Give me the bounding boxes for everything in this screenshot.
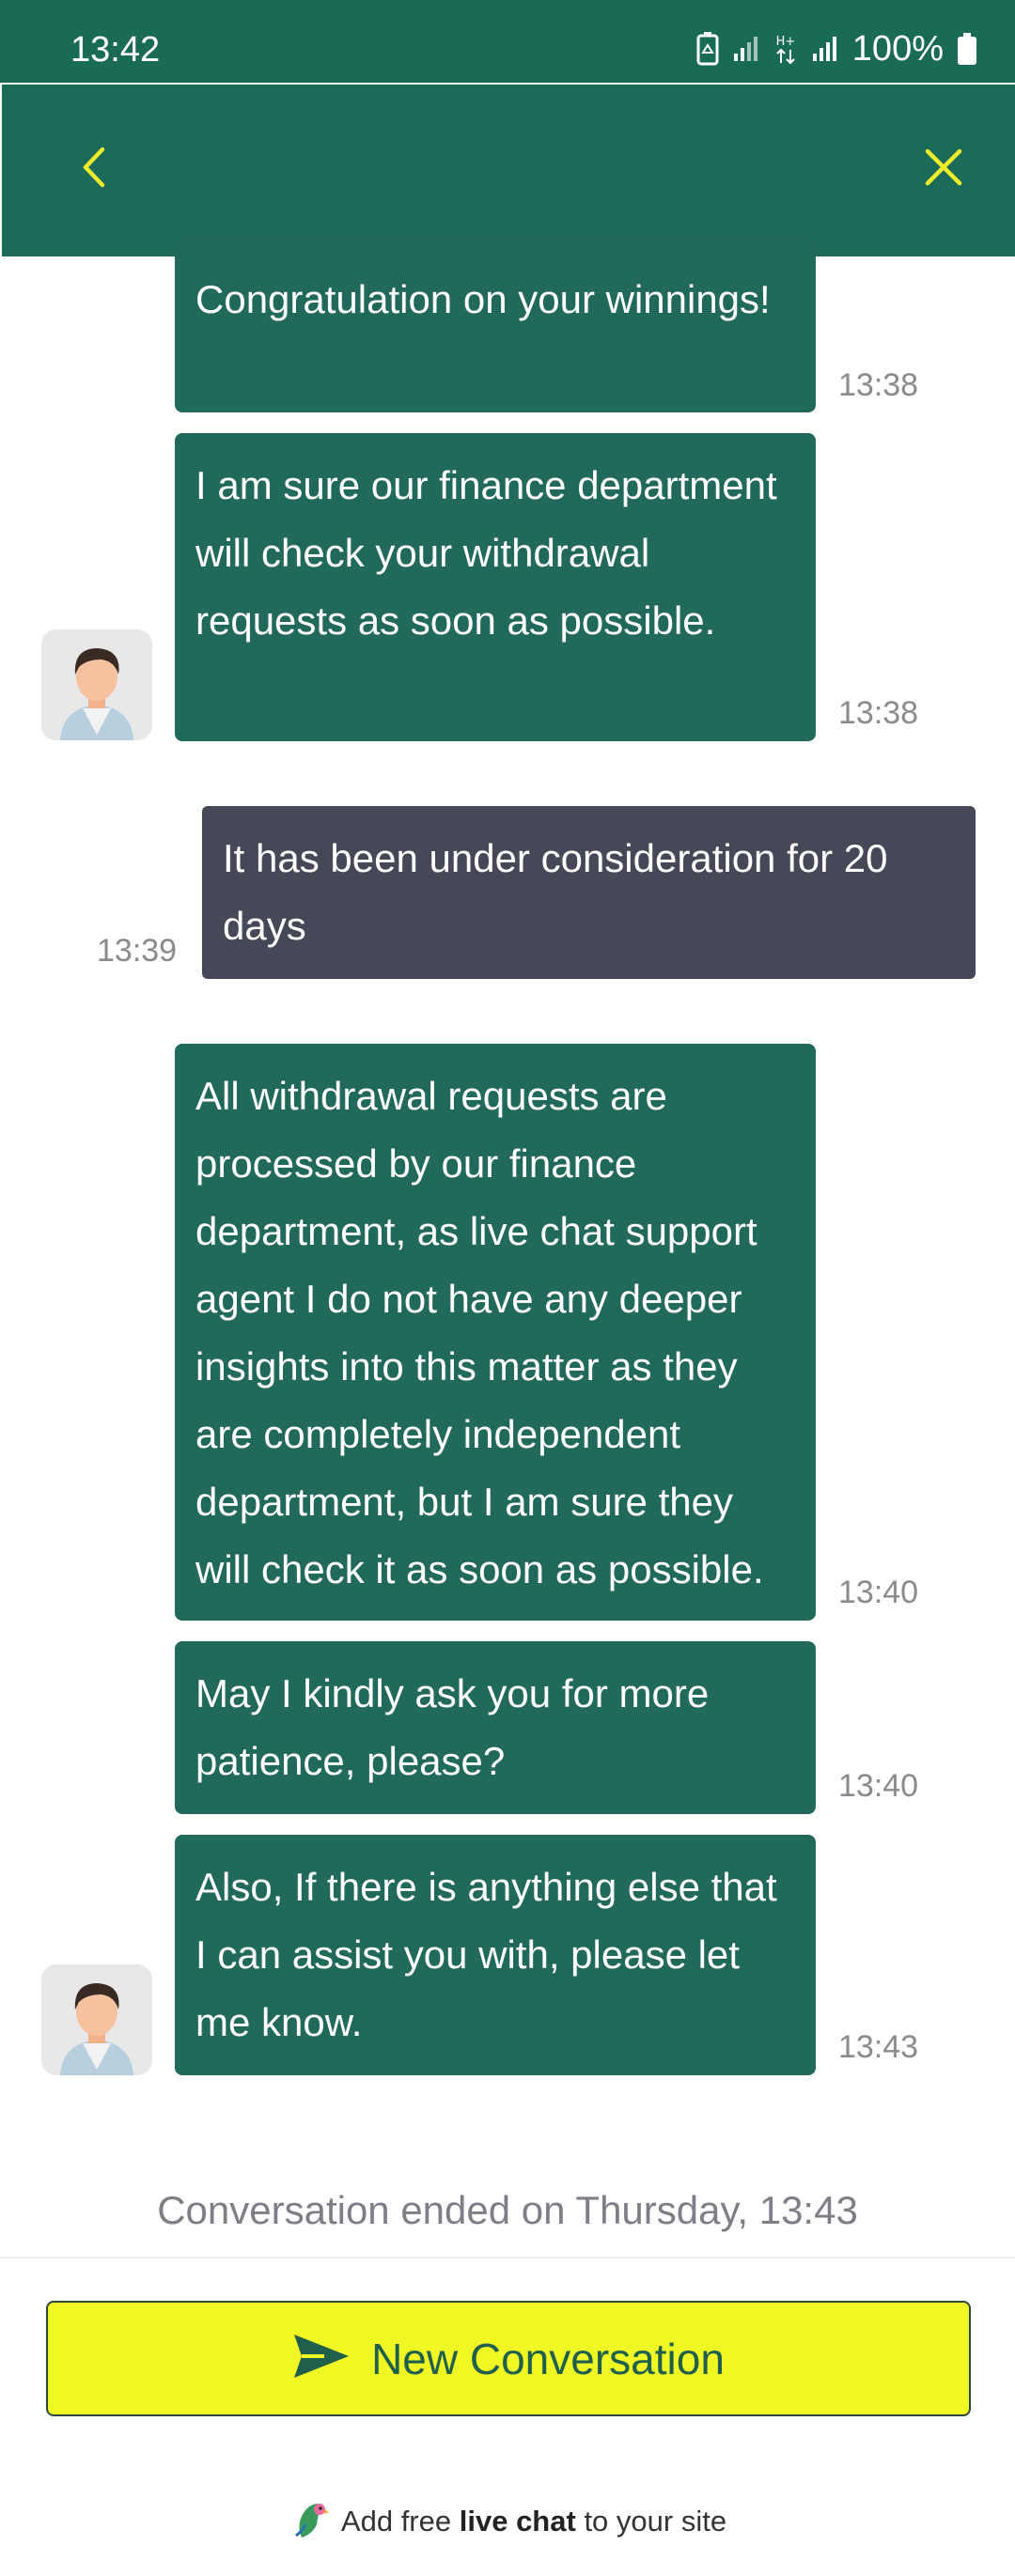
battery-percent: 100%	[851, 29, 944, 69]
new-conversation-label: New Conversation	[371, 2334, 725, 2383]
agent-message: Congratulation on your winnings!	[175, 238, 816, 412]
agent-message: All withdrawal requests are processed by…	[175, 1044, 816, 1621]
message-time: 13:38	[838, 367, 919, 403]
signal-icon-2	[811, 35, 839, 63]
status-icons: H+ 100%	[696, 28, 977, 70]
message-time: 13:40	[838, 1575, 919, 1610]
footer-suffix: to your site	[584, 2505, 727, 2537]
powered-by-footer[interactable]: Add free live chat to your site	[0, 2495, 1015, 2548]
svg-text:H+: H+	[775, 35, 795, 49]
parrot-logo-icon	[289, 2496, 330, 2547]
chevron-left-icon	[78, 146, 110, 194]
add-live-chat-link[interactable]: Add free live chat to your site	[341, 2505, 726, 2538]
chat-transcript[interactable]: Congratulation on your winnings! 13:38 I…	[0, 238, 1015, 2258]
agent-avatar	[41, 1964, 152, 2075]
back-button[interactable]	[47, 122, 141, 216]
status-bar: 13:42 H+ 100%	[0, 0, 1015, 83]
signal-icon	[732, 35, 760, 63]
message-time: 13:38	[838, 695, 919, 731]
status-time: 13:42	[70, 30, 161, 70]
message-time: 13:40	[838, 1768, 919, 1804]
network-type-icon: H+	[773, 33, 798, 65]
agent-message: May I kindly ask you for more patience, …	[175, 1641, 816, 1814]
battery-icon	[957, 32, 977, 66]
close-icon	[922, 146, 965, 194]
battery-saver-icon	[696, 32, 719, 66]
agent-avatar	[41, 629, 152, 740]
agent-message: Also, If there is anything else that I c…	[175, 1835, 816, 2075]
close-button[interactable]	[897, 122, 991, 216]
chat-header	[2, 85, 1015, 256]
message-time: 13:39	[97, 933, 178, 969]
divider	[0, 2257, 1015, 2258]
footer-prefix: Add free	[340, 2505, 452, 2537]
send-icon	[292, 2333, 351, 2384]
message-time: 13:43	[838, 2029, 919, 2065]
agent-message: I am sure our finance department will ch…	[175, 433, 816, 741]
footer-bold: live chat	[459, 2505, 576, 2537]
conversation-ended-text: Conversation ended on Thursday, 13:43	[157, 2188, 858, 2232]
new-conversation-button[interactable]: New Conversation	[46, 2301, 971, 2416]
user-message: It has been under consideration for 20 d…	[202, 806, 976, 979]
